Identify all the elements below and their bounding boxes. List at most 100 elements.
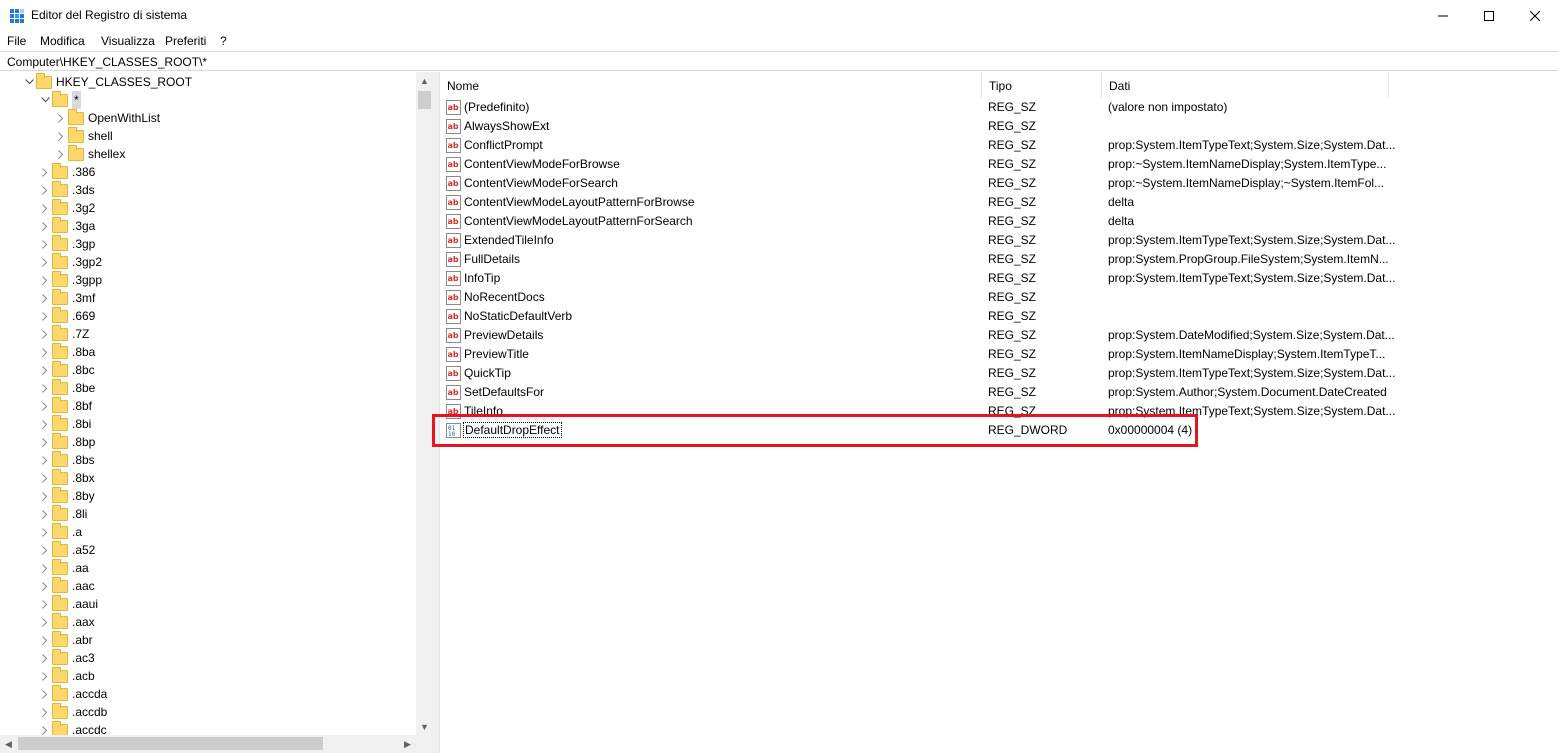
chevron-right-icon[interactable]: [38, 685, 52, 703]
chevron-right-icon[interactable]: [38, 559, 52, 577]
chevron-right-icon[interactable]: [38, 649, 52, 667]
chevron-right-icon[interactable]: [38, 379, 52, 397]
value-row[interactable]: ab InfoTip REG_SZ prop:System.ItemTypeText;…: [440, 269, 1558, 288]
value-row[interactable]: ab FullDetails REG_SZ prop:System.PropGroup…: [440, 250, 1558, 269]
chevron-right-icon[interactable]: [38, 289, 52, 307]
chevron-right-icon[interactable]: [38, 613, 52, 631]
scroll-thumb-horizontal[interactable]: [18, 737, 323, 750]
maximize-button[interactable]: [1466, 0, 1512, 31]
value-row[interactable]: ab ExtendedTileInfo REG_SZ prop:System.Item…: [440, 231, 1558, 250]
tree-item[interactable]: OpenWithList: [54, 108, 160, 127]
tree-item[interactable]: .a52: [38, 540, 95, 559]
tree-item[interactable]: .8by: [38, 486, 95, 505]
tree-item[interactable]: .3gpp: [38, 270, 102, 289]
chevron-right-icon[interactable]: [38, 217, 52, 235]
tree-item[interactable]: .8bx: [38, 468, 95, 487]
column-header-type[interactable]: Tipo: [982, 72, 1102, 98]
tree-item[interactable]: .3ga: [38, 216, 95, 235]
scroll-right-icon[interactable]: ▶: [399, 735, 416, 753]
tree-item[interactable]: .8be: [38, 378, 95, 397]
tree-item[interactable]: .aa: [38, 558, 89, 577]
chevron-right-icon[interactable]: [38, 181, 52, 199]
chevron-right-icon[interactable]: [38, 667, 52, 685]
value-row[interactable]: ab PreviewDetails REG_SZ prop:System.DateMo…: [440, 326, 1558, 345]
tree-item[interactable]: .3mf: [38, 288, 95, 307]
tree-item[interactable]: .8bi: [38, 414, 91, 433]
chevron-right-icon[interactable]: [38, 397, 52, 415]
tree-item[interactable]: *: [38, 90, 81, 109]
chevron-right-icon[interactable]: [38, 271, 52, 289]
tree-item[interactable]: .386: [38, 162, 95, 181]
tree-item[interactable]: .abr: [38, 630, 93, 649]
chevron-right-icon[interactable]: [38, 487, 52, 505]
tree-item[interactable]: .3gp2: [38, 252, 102, 271]
value-row[interactable]: ab AlwaysShowExt REG_SZ: [440, 117, 1558, 136]
chevron-right-icon[interactable]: [38, 541, 52, 559]
value-row[interactable]: ab NoRecentDocs REG_SZ: [440, 288, 1558, 307]
tree-item[interactable]: shell: [54, 126, 113, 145]
tree-item[interactable]: .3g2: [38, 198, 95, 217]
tree-item[interactable]: shellex: [54, 144, 125, 163]
scroll-up-icon[interactable]: ▲: [416, 72, 433, 89]
tree-item[interactable]: .669: [38, 306, 95, 325]
value-row[interactable]: ab SetDefaultsFor REG_SZ prop:System.Author…: [440, 383, 1558, 402]
value-row[interactable]: ab ContentViewModeLayoutPatternForBrowse R…: [440, 193, 1558, 212]
tree-item[interactable]: .7Z: [38, 324, 89, 343]
chevron-right-icon[interactable]: [54, 109, 68, 127]
chevron-right-icon[interactable]: [38, 469, 52, 487]
chevron-right-icon[interactable]: [38, 433, 52, 451]
tree-vertical-scrollbar[interactable]: ▲ ▼: [416, 72, 433, 735]
chevron-right-icon[interactable]: [38, 253, 52, 271]
menu-visualizza[interactable]: Visualizza: [101, 34, 155, 48]
tree-item[interactable]: .ac3: [38, 648, 95, 667]
menu-file[interactable]: File: [7, 34, 26, 48]
chevron-right-icon[interactable]: [38, 199, 52, 217]
tree-item[interactable]: .accda: [38, 684, 107, 703]
chevron-right-icon[interactable]: [38, 595, 52, 613]
value-row[interactable]: ab PreviewTitle REG_SZ prop:System.ItemName…: [440, 345, 1558, 364]
chevron-right-icon[interactable]: [38, 505, 52, 523]
tree-item[interactable]: .accdb: [38, 702, 107, 721]
column-header-name[interactable]: Nome: [440, 72, 982, 98]
chevron-right-icon[interactable]: [38, 307, 52, 325]
chevron-right-icon[interactable]: [38, 343, 52, 361]
tree-item[interactable]: .8bs: [38, 450, 95, 469]
chevron-right-icon[interactable]: [38, 577, 52, 595]
value-row[interactable]: ab ConflictPrompt REG_SZ prop:System.ItemTy…: [440, 136, 1558, 155]
tree-item[interactable]: .aaui: [38, 594, 98, 613]
column-header-data[interactable]: Dati: [1102, 72, 1389, 98]
chevron-right-icon[interactable]: [38, 361, 52, 379]
tree-item[interactable]: .8bc: [38, 360, 95, 379]
tree-item[interactable]: .8bf: [38, 396, 92, 415]
chevron-right-icon[interactable]: [54, 145, 68, 163]
tree-item[interactable]: .8ba: [38, 342, 95, 361]
tree-horizontal-scrollbar[interactable]: ◀ ▶: [0, 735, 433, 753]
chevron-right-icon[interactable]: [38, 523, 52, 541]
chevron-right-icon[interactable]: [38, 163, 52, 181]
tree-item[interactable]: .aax: [38, 612, 95, 631]
tree-item[interactable]: .8li: [38, 504, 87, 523]
value-row[interactable]: ab (Predefinito) REG_SZ (valore non imposta…: [440, 98, 1558, 117]
chevron-right-icon[interactable]: [38, 451, 52, 469]
chevron-down-icon[interactable]: [22, 73, 36, 91]
scroll-thumb[interactable]: [418, 91, 431, 109]
chevron-right-icon[interactable]: [38, 325, 52, 343]
tree-item[interactable]: .3gp: [38, 234, 95, 253]
chevron-down-icon[interactable]: [38, 91, 52, 109]
tree-item[interactable]: .8bp: [38, 432, 95, 451]
menu-modifica[interactable]: Modifica: [40, 34, 85, 48]
address-bar[interactable]: Computer\HKEY_CLASSES_ROOT\*: [0, 51, 1558, 71]
chevron-right-icon[interactable]: [54, 127, 68, 145]
tree-item[interactable]: .3ds: [38, 180, 95, 199]
chevron-right-icon[interactable]: [38, 703, 52, 721]
value-row[interactable]: ab ContentViewModeLayoutPatternForSearch R…: [440, 212, 1558, 231]
tree-item[interactable]: .a: [38, 522, 82, 541]
value-row[interactable]: ab ContentViewModeForBrowse REG_SZ prop:~Sy…: [440, 155, 1558, 174]
tree-item[interactable]: .acb: [38, 666, 95, 685]
value-row[interactable]: ab ContentViewModeForSearch REG_SZ prop:~Sy…: [440, 174, 1558, 193]
chevron-right-icon[interactable]: [38, 235, 52, 253]
chevron-right-icon[interactable]: [38, 415, 52, 433]
scroll-left-icon[interactable]: ◀: [0, 735, 17, 753]
value-row[interactable]: ab NoStaticDefaultVerb REG_SZ: [440, 307, 1558, 326]
value-row[interactable]: ab QuickTip REG_SZ prop:System.ItemTypeText…: [440, 364, 1558, 383]
